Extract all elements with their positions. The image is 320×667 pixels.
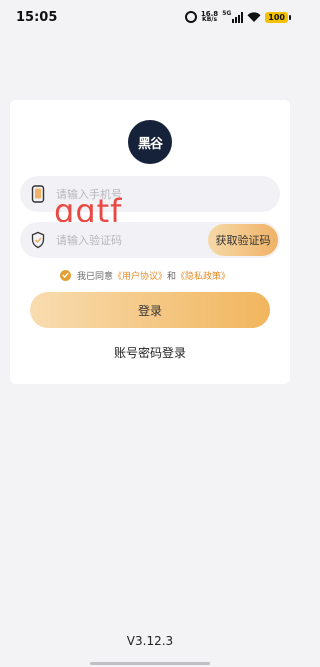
get-code-button[interactable]: 获取验证码 — [208, 224, 278, 256]
home-indicator[interactable] — [90, 662, 210, 665]
login-card: 黑谷 qqtf 获取验证码 我已同意 《用户协议》 和 《隐私政策》 登录 账号… — [10, 100, 290, 384]
app-logo: 黑谷 — [128, 120, 172, 164]
status-time: 15:05 — [16, 10, 58, 25]
status-icons: 16.8 KB/s 5G 100 — [184, 9, 291, 24]
privacy-policy-link[interactable]: 《隐私政策》 — [176, 269, 230, 282]
network-speed: 16.8 KB/s — [201, 11, 218, 23]
login-button[interactable]: 登录 — [30, 292, 270, 328]
code-input[interactable] — [56, 222, 206, 258]
alarm-icon — [184, 11, 197, 23]
checkbox-checked-icon[interactable] — [60, 269, 71, 281]
check-icon — [62, 272, 69, 278]
logo-text: 黑谷 — [137, 136, 163, 152]
battery-icon: 100 — [265, 11, 291, 23]
agreement-and: 和 — [167, 271, 177, 282]
account-password-login-link[interactable]: 账号密码登录 — [10, 344, 290, 361]
status-bar: 15:05 16.8 KB/s 5G 100 — [0, 0, 300, 34]
agreement-prefix: 我已同意 — [77, 271, 114, 282]
code-field: 获取验证码 — [20, 222, 280, 258]
speed-unit: KB/s — [202, 16, 218, 23]
agreement-row: 我已同意 《用户协议》 和 《隐私政策》 — [60, 268, 230, 282]
phone-icon — [31, 185, 45, 203]
shield-icon — [31, 231, 45, 249]
user-agreement-link[interactable]: 《用户协议》 — [113, 269, 167, 282]
network-type: 5G — [222, 9, 232, 17]
app-version: V3.12.3 — [126, 634, 174, 648]
wifi-icon — [247, 11, 261, 22]
signal-icon — [232, 11, 244, 23]
